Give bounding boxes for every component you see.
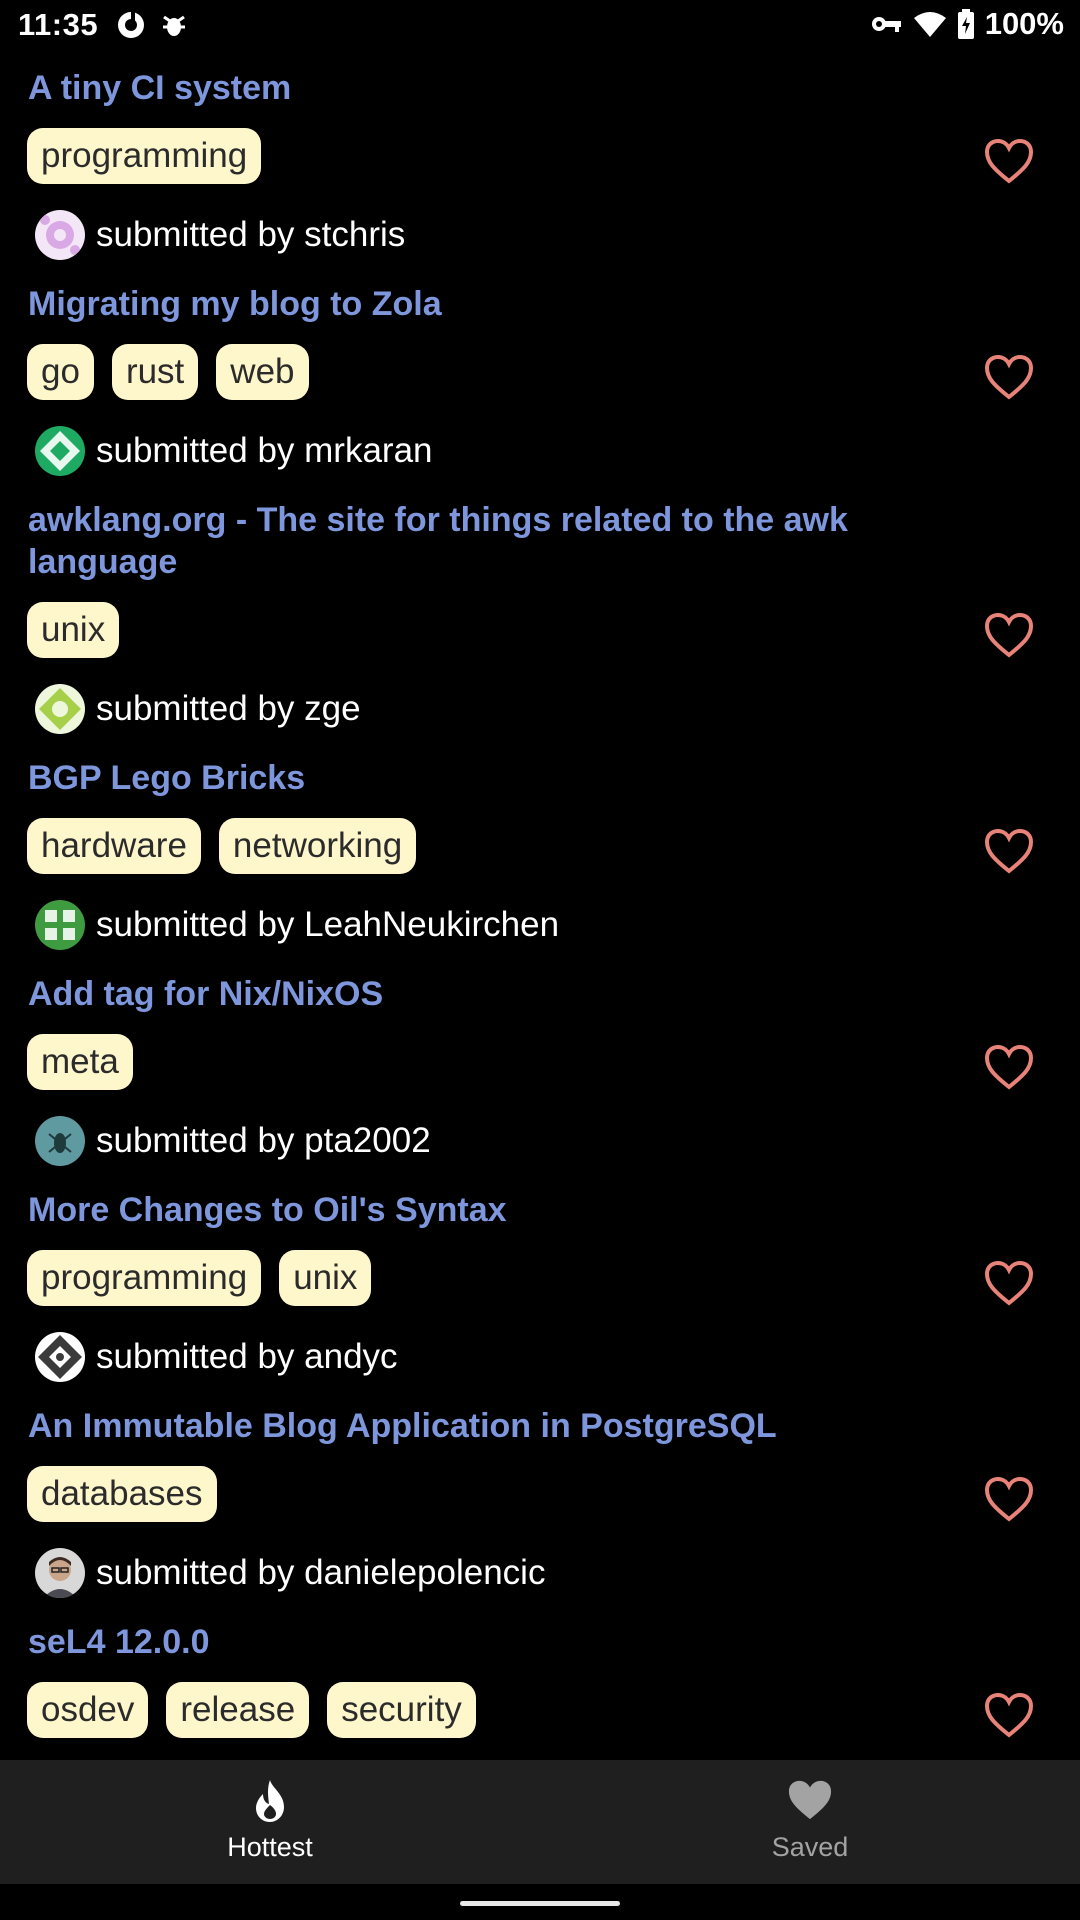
heart-outline-icon[interactable]: [984, 1044, 1034, 1090]
heart-outline-icon[interactable]: [984, 1260, 1034, 1306]
story-item[interactable]: An Immutable Blog Application in Postgre…: [0, 1388, 1080, 1604]
avatar: [35, 1116, 85, 1166]
nav-label-hottest: Hottest: [227, 1832, 313, 1862]
tag-chip[interactable]: programming: [27, 1250, 262, 1306]
story-title[interactable]: seL4 12.0.0: [28, 1621, 928, 1663]
nav-item-hottest[interactable]: Hottest: [0, 1760, 540, 1884]
battery-charging-icon: [957, 9, 974, 39]
submitted-by: submitted by LeahNeukirchen: [96, 905, 560, 944]
nav-label-saved: Saved: [771, 1832, 849, 1862]
tag-chip[interactable]: go: [27, 344, 94, 400]
story-item[interactable]: Add tag for Nix/NixOS meta submitted by …: [0, 956, 1080, 1172]
story-title[interactable]: awklang.org - The site for things relate…: [28, 499, 928, 583]
tag-chip[interactable]: web: [216, 344, 309, 400]
story-list[interactable]: A tiny CI system programming submitted b…: [0, 50, 1080, 1760]
tag-chip[interactable]: hardware: [27, 818, 201, 874]
submitted-by: submitted by stchris: [96, 215, 406, 254]
tag-chip[interactable]: unix: [27, 602, 120, 658]
heart-outline-icon[interactable]: [984, 1476, 1034, 1522]
battery-percent: 100%: [984, 6, 1064, 41]
wifi-icon: [913, 12, 946, 37]
heart-filled-icon: [788, 1780, 832, 1820]
story-title[interactable]: Migrating my blog to Zola: [28, 283, 928, 325]
data-saver-icon: [118, 12, 144, 38]
bottom-navigation: Hottest Saved: [0, 1760, 1080, 1884]
story-title[interactable]: More Changes to Oil's Syntax: [28, 1189, 928, 1231]
tag-chip[interactable]: networking: [218, 818, 417, 874]
story-item[interactable]: More Changes to Oil's Syntax programming…: [0, 1172, 1080, 1388]
tag-chip[interactable]: rust: [111, 344, 199, 400]
submitted-by: submitted by mrkaran: [96, 431, 433, 470]
avatar: [35, 1332, 85, 1382]
tag-chip[interactable]: meta: [27, 1034, 133, 1090]
avatar: [35, 210, 85, 260]
story-title[interactable]: Add tag for Nix/NixOS: [28, 973, 928, 1015]
gesture-handle[interactable]: [460, 1901, 620, 1906]
avatar: [35, 684, 85, 734]
story-item[interactable]: Migrating my blog to Zola go rust web su…: [0, 266, 1080, 482]
vpn-key-icon: [871, 17, 901, 32]
tag-chip[interactable]: databases: [27, 1466, 217, 1522]
tag-chip[interactable]: osdev: [27, 1682, 149, 1738]
tag-chip[interactable]: programming: [27, 128, 262, 184]
debug-icon: [163, 15, 185, 36]
submitted-by: submitted by danielepolencic: [96, 1553, 546, 1592]
heart-outline-icon[interactable]: [984, 612, 1034, 658]
story-title[interactable]: An Immutable Blog Application in Postgre…: [28, 1405, 928, 1447]
avatar: [35, 1548, 85, 1598]
story-title[interactable]: BGP Lego Bricks: [28, 757, 928, 799]
avatar: [35, 426, 85, 476]
tag-chip[interactable]: release: [166, 1682, 310, 1738]
flame-icon: [256, 1780, 284, 1822]
story-item[interactable]: A tiny CI system programming submitted b…: [0, 50, 1080, 266]
heart-outline-icon[interactable]: [984, 354, 1034, 400]
story-title[interactable]: A tiny CI system: [28, 67, 928, 109]
status-bar: 11:35 100%: [0, 0, 1080, 50]
heart-outline-icon[interactable]: [984, 1692, 1034, 1738]
tag-chip[interactable]: security: [327, 1682, 476, 1738]
submitted-by: submitted by zge: [96, 689, 361, 728]
heart-outline-icon[interactable]: [984, 138, 1034, 184]
submitted-by: submitted by pta2002: [96, 1121, 431, 1160]
nav-item-saved[interactable]: Saved: [540, 1760, 1080, 1884]
story-item[interactable]: seL4 12.0.0 osdev release security: [0, 1604, 1080, 1744]
story-item[interactable]: awklang.org - The site for things relate…: [0, 482, 1080, 740]
status-time: 11:35: [18, 7, 99, 42]
heart-outline-icon[interactable]: [984, 828, 1034, 874]
submitted-by: submitted by andyc: [96, 1337, 398, 1376]
story-item[interactable]: BGP Lego Bricks hardware networking subm…: [0, 740, 1080, 956]
tag-chip[interactable]: unix: [279, 1250, 372, 1306]
avatar: [35, 900, 85, 950]
